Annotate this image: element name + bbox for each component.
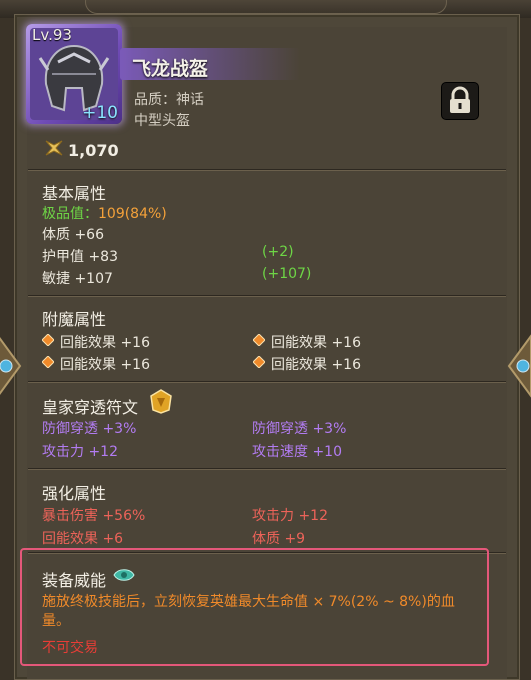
top-frame-pill xyxy=(85,0,447,14)
enchant-diamond-icon xyxy=(42,334,54,346)
equipment-skill-title: 装备威能 xyxy=(42,571,107,590)
stat-armor-bonus: (+2) xyxy=(262,244,294,260)
rune-item: 攻击力 +12 xyxy=(42,444,118,460)
divider xyxy=(28,382,506,383)
untradable-label: 不可交易 xyxy=(42,640,98,656)
enhance-item: 暴击伤害 +56% xyxy=(42,508,146,524)
enhance-item: 回能效果 +6 xyxy=(42,531,124,547)
enchant-item: 回能效果 +16 xyxy=(271,357,361,373)
stat-armor: 护甲值 +83 xyxy=(42,249,118,265)
enhance-item: 攻击力 +12 xyxy=(252,508,328,524)
basic-attributes-title: 基本属性 xyxy=(42,184,107,203)
enchant-item: 回能效果 +16 xyxy=(60,335,150,351)
rune-item: 攻击速度 +10 xyxy=(252,444,342,460)
left-ornament-icon xyxy=(0,337,22,395)
stat-agility: 敏捷 +107 xyxy=(42,271,113,287)
enchant-diamond-icon xyxy=(42,356,54,368)
divider xyxy=(28,469,506,470)
rune-item: 防御穿透 +3% xyxy=(252,421,347,437)
lock-button[interactable] xyxy=(441,82,479,120)
enchant-item: 回能效果 +16 xyxy=(60,357,150,373)
enchant-diamond-icon xyxy=(253,334,265,346)
stat-agility-bonus: (+107) xyxy=(262,266,312,282)
enchant-diamond-icon xyxy=(253,356,265,368)
rune-item: 防御穿透 +3% xyxy=(42,421,137,437)
rating-label: 极品值： xyxy=(42,206,98,222)
item-name: 飞龙战盔 xyxy=(132,58,209,80)
item-quality: 品质：神话 xyxy=(134,92,204,108)
enhance-level: +10 xyxy=(82,103,118,123)
item-level: Lv.93 xyxy=(32,26,72,44)
item-price: 1,070 xyxy=(68,141,119,160)
item-icon-frame[interactable]: Lv.93 +10 xyxy=(26,24,122,124)
enchant-item: 回能效果 +16 xyxy=(271,335,361,351)
lock-icon xyxy=(450,86,470,113)
rune-title: 皇家穿透符文 xyxy=(42,398,139,417)
enhance-item: 体质 +9 xyxy=(252,531,306,547)
gold-icon xyxy=(45,140,63,156)
enchant-attributes-title: 附魔属性 xyxy=(42,310,107,329)
rating-line: 极品值：109(84%) xyxy=(42,203,167,223)
skill-gem-icon xyxy=(113,569,135,581)
enhance-attributes-title: 强化属性 xyxy=(42,484,107,503)
right-ornament-icon xyxy=(507,334,531,398)
rating-value: 109(84%) xyxy=(98,206,167,222)
stat-constitution: 体质 +66 xyxy=(42,227,104,243)
divider xyxy=(28,296,506,297)
skill-description: 施放终极技能后，立刻恢复英雄最大生命值 × 7%(2% ~ 8%)的血量。 xyxy=(42,594,455,629)
divider xyxy=(28,170,506,171)
rune-icon xyxy=(150,389,172,414)
item-slot: 中型头盔 xyxy=(134,113,190,129)
